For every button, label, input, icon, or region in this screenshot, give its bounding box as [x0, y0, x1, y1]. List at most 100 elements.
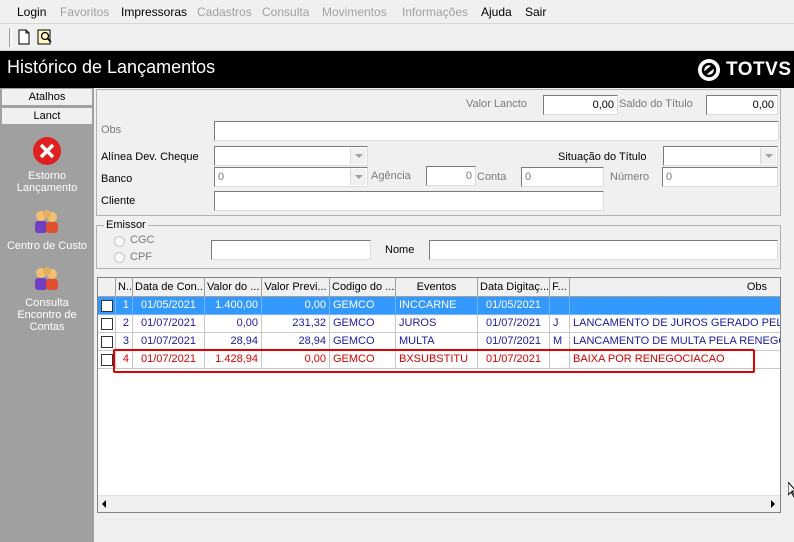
cell-data-digitacao: 01/07/2021: [478, 315, 550, 333]
header-check[interactable]: [98, 278, 116, 297]
numero-label: Número: [610, 171, 650, 183]
alinea-label: Alínea Dev. Cheque: [101, 151, 199, 163]
menu-cadastros[interactable]: Cadastros: [197, 5, 252, 19]
cell-f: J: [550, 315, 570, 333]
emissor-legend: Emissor: [104, 219, 148, 231]
cell-codigo: GEMCO: [330, 315, 396, 333]
chevron-down-icon[interactable]: [350, 169, 366, 185]
toolbar: [0, 24, 794, 51]
tab-atalhos[interactable]: Atalhos: [1, 88, 93, 106]
cell-obs: [570, 297, 780, 315]
lancamentos-grid[interactable]: N.. Data de Con... Valor do ... Valor Pr…: [97, 277, 781, 513]
cell-valor-previsto: 231,32: [262, 315, 330, 333]
mouse-cursor-icon: [788, 482, 794, 498]
cell-data: 01/07/2021: [133, 315, 205, 333]
users-icon: [35, 210, 58, 233]
emissor-doc-field[interactable]: [211, 240, 371, 260]
header-data-digitacao[interactable]: Data Digitaç...: [478, 278, 550, 297]
header-obs[interactable]: Obs: [570, 278, 780, 297]
row-checkbox[interactable]: [101, 354, 113, 366]
cliente-field[interactable]: [214, 191, 604, 211]
row-checkbox[interactable]: [101, 318, 113, 330]
cell-data: 01/05/2021: [133, 297, 205, 315]
obs-field[interactable]: [214, 121, 779, 141]
menu-bar: Login Favoritos Impressoras Cadastros Co…: [0, 0, 794, 24]
table-row[interactable]: 1 01/05/2021 1.400,00 0,00 GEMCO INCCARNE 01/0…: [98, 297, 780, 315]
header-valor-previsto[interactable]: Valor Previ...: [262, 278, 330, 297]
cell-codigo: GEMCO: [330, 297, 396, 315]
help-search-icon[interactable]: [36, 28, 54, 46]
users-icon: [35, 267, 58, 290]
valor-lancto-field[interactable]: 0,00: [543, 95, 618, 115]
new-document-icon[interactable]: [15, 28, 33, 46]
numero-field[interactable]: 0: [662, 167, 778, 187]
row-checkbox[interactable]: [101, 300, 113, 312]
header-n[interactable]: N..: [116, 278, 133, 297]
menu-login[interactable]: Login: [17, 5, 46, 19]
nome-field[interactable]: [429, 240, 778, 260]
scroll-left-icon[interactable]: [102, 500, 106, 508]
highlight-annotation: [113, 349, 755, 373]
centro-custo-button[interactable]: Centro de Custo: [0, 208, 94, 252]
agencia-field[interactable]: 0: [426, 166, 476, 186]
menu-sair[interactable]: Sair: [525, 5, 546, 19]
nome-label: Nome: [385, 244, 415, 256]
conta-field[interactable]: 0: [521, 167, 604, 187]
obs-label: Obs: [101, 124, 122, 136]
horizontal-scrollbar[interactable]: [98, 495, 780, 512]
cell-n: 2: [116, 315, 133, 333]
banco-combo[interactable]: 0: [214, 167, 368, 187]
consulta-encontro-label: Consulta Encontro de Contas: [17, 297, 77, 333]
cell-evento: JUROS: [396, 315, 478, 333]
valor-lancto-label: Valor Lancto: [466, 98, 527, 110]
conta-label: Conta: [477, 171, 507, 183]
estorno-button[interactable]: Estorno Lançamento: [0, 136, 94, 194]
alinea-combo[interactable]: [214, 146, 368, 166]
situacao-label: Situação do Título: [558, 151, 647, 163]
cell-obs: LANCAMENTO DE JUROS GERADO PELA: [570, 315, 780, 333]
sidebar: Atalhos Lanct Estorno Lançamento Centro …: [0, 88, 94, 542]
chevron-down-icon[interactable]: [760, 148, 776, 164]
cpf-radio[interactable]: [114, 252, 125, 263]
grid-header: N.. Data de Con... Valor do ... Valor Pr…: [98, 278, 780, 297]
menu-consulta[interactable]: Consulta: [262, 5, 309, 19]
menu-impressoras[interactable]: Impressoras: [121, 5, 187, 19]
scroll-right-icon[interactable]: [771, 500, 775, 508]
cell-check: [98, 297, 116, 315]
cgc-label: CGC: [130, 234, 155, 246]
header-valor[interactable]: Valor do ...: [205, 278, 262, 297]
situacao-combo[interactable]: [663, 146, 778, 166]
cpf-label: CPF: [130, 251, 152, 263]
brand-name: TOTVS: [726, 59, 792, 80]
row-checkbox[interactable]: [101, 336, 113, 348]
header-data[interactable]: Data de Con...: [133, 278, 205, 297]
header-f[interactable]: F...: [550, 278, 570, 297]
menu-favoritos[interactable]: Favoritos: [60, 5, 109, 19]
cancel-icon: [33, 137, 61, 165]
cell-check: [98, 315, 116, 333]
cell-data-digitacao: 01/05/2021: [478, 297, 550, 315]
menu-ajuda[interactable]: Ajuda: [481, 5, 512, 19]
page-title: Histórico de Lançamentos: [7, 57, 216, 77]
header-codigo[interactable]: Codigo do ...: [330, 278, 396, 297]
saldo-titulo-field[interactable]: 0,00: [706, 95, 778, 115]
toolbar-grip: [9, 28, 12, 47]
menu-informacoes[interactable]: Informações: [402, 5, 468, 19]
table-row[interactable]: 2 01/07/2021 0,00 231,32 GEMCO JUROS 01/07/202…: [98, 315, 780, 333]
centro-custo-label: Centro de Custo: [6, 240, 88, 252]
cell-n: 1: [116, 297, 133, 315]
banco-value: 0: [218, 171, 225, 183]
chevron-down-icon[interactable]: [350, 148, 366, 164]
header-eventos[interactable]: Eventos: [396, 278, 478, 297]
cgc-radio[interactable]: [114, 236, 125, 247]
cell-valor: 1.400,00: [205, 297, 262, 315]
cell-f: [550, 297, 570, 315]
banco-label: Banco: [101, 173, 133, 185]
totvs-logo: TOTVS: [696, 57, 792, 83]
menu-movimentos[interactable]: Movimentos: [322, 5, 387, 19]
consulta-encontro-button[interactable]: Consulta Encontro de Contas: [0, 265, 94, 333]
totvs-logo-icon: [698, 59, 720, 81]
estorno-label: Estorno Lançamento: [16, 170, 78, 194]
tab-lanct[interactable]: Lanct: [1, 107, 93, 125]
cell-valor-previsto: 0,00: [262, 297, 330, 315]
